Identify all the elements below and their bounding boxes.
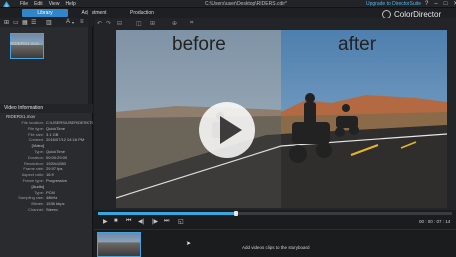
menu-edit[interactable]: Edit [34,0,43,8]
tab-library[interactable]: Library [22,9,68,17]
menu-icon[interactable]: ≡ [80,19,84,25]
menu-file[interactable]: File [20,0,28,8]
library-toolbar: ⊞ ▭ ▦ ☰ ▥ A ▾ ≡ [0,18,93,27]
before-label: before [172,34,226,55]
tab-production[interactable]: Production [120,9,164,17]
timecode: 00 : 00 : 07 : 14 [419,219,451,224]
library-thumbnail[interactable] [10,33,44,59]
info-row: Channel: Stereo [27,206,58,212]
step-back-icon[interactable]: ◀| [138,218,144,225]
fit-icon[interactable]: ⌗ [190,20,193,27]
storyboard[interactable] [94,229,456,257]
video-frame [116,30,447,208]
storyboard-hint: Add videos clips to the storyboard [242,245,310,250]
video-info-header: Video Information [0,104,93,113]
undo-icon[interactable]: ↶ [97,20,102,27]
chevron-down-icon[interactable]: ▾ [72,20,74,25]
app-logo-icon [2,1,11,7]
split-view-icon[interactable]: ◫ [136,20,142,27]
play-overlay-icon[interactable] [198,101,256,159]
step-forward-icon[interactable]: |▶ [152,218,158,225]
video-preview[interactable]: before after [116,30,447,208]
compare-icon[interactable]: ⊟ [117,20,122,27]
folder-icon[interactable]: ▭ [13,19,19,26]
previous-frame-icon[interactable]: ⏮ [126,218,131,225]
redo-icon[interactable]: ↷ [106,20,111,27]
window-controls: ? – □ ✕ [425,0,456,8]
tab-adjustment[interactable]: Adjustment [72,9,116,17]
menu-view[interactable]: View [49,0,60,8]
import-icon[interactable]: ⊞ [4,19,9,26]
thumbnail-label: RIDERS1.mov [10,41,40,46]
mouse-cursor-icon: ➤ [186,241,192,247]
video-info-list: File location:C:\USERS\USER\DESKTOP\RID.… [0,120,93,213]
window-title: C:\Users\user\Desktop\RIDERS.cdir* [205,1,287,7]
title-bar: File Edit View Help C:\Users\user\Deskto… [0,0,456,8]
storyboard-clip[interactable] [97,232,141,257]
snapshot-icon[interactable]: ◱ [178,218,184,225]
video-info-filename: RIDERS1.mov [6,114,36,119]
scrubber-progress [98,212,237,215]
list-view-icon[interactable]: ☰ [31,19,36,26]
sort-button[interactable]: A [66,19,70,25]
upgrade-link[interactable]: Upgrade to DirectorSuite [366,0,421,8]
zoom-icon[interactable]: ⊕ [172,20,177,27]
minimize-button[interactable]: – [434,0,437,8]
stop-icon[interactable]: ■ [114,218,118,224]
side-by-side-icon[interactable]: ⊞ [150,20,155,27]
menu-bar: File Edit View Help [20,0,76,8]
help-button[interactable]: ? [425,0,428,8]
menu-help[interactable]: Help [65,0,75,8]
maximize-button[interactable]: □ [444,0,448,8]
next-frame-icon[interactable]: ⏭ [164,218,169,225]
grid-view-icon[interactable]: ▦ [22,19,28,26]
preview-toolbar: ↶ ↷ ⊟ ◫ ⊞ ⊕ ⌗ [94,18,456,29]
library-scrollbar[interactable] [88,10,92,106]
scrubber-handle[interactable] [234,211,239,216]
play-icon[interactable]: ▶ [103,218,108,225]
playback-controls: ▶ ■ ⏮ ◀| |▶ ⏭ ◱ [98,217,456,227]
after-label: after [338,34,377,55]
trash-icon[interactable]: ▥ [46,19,52,26]
